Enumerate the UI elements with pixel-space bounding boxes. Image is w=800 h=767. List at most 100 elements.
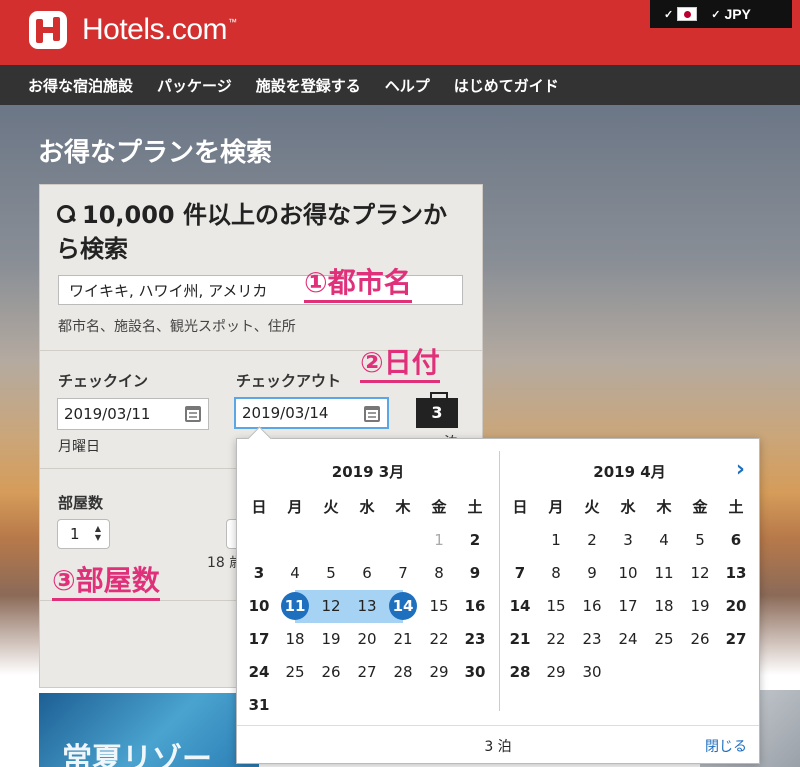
calendar-day[interactable]: 9 [457, 557, 493, 590]
calendar-day[interactable]: 21 [502, 623, 538, 656]
japan-flag-icon [677, 7, 698, 21]
language-selector[interactable]: ✓ [650, 0, 698, 28]
calendar-day[interactable]: 25 [277, 656, 313, 689]
calendar-day[interactable]: 19 [682, 590, 718, 623]
calendar-day[interactable]: 20 [349, 623, 385, 656]
currency-selector[interactable]: ✓ JPY [697, 0, 751, 28]
locale-bar: ✓ ✓ JPY [650, 0, 792, 28]
logo-text: Hotels.com [82, 13, 228, 46]
calendar-day[interactable]: 8 [421, 557, 457, 590]
main-nav: お得な宿泊施設 パッケージ 施設を登録する ヘルプ はじめてガイド [0, 65, 800, 105]
calendar-day[interactable]: 3 [241, 557, 277, 590]
calendar-day[interactable]: 1 [538, 524, 574, 557]
calendar-day[interactable]: 27 [718, 623, 754, 656]
calendar-day[interactable]: 22 [421, 623, 457, 656]
calendar-day[interactable]: 2 [457, 524, 493, 557]
nav-packages[interactable]: パッケージ [157, 75, 232, 96]
date-picker: 2019 3月 2019 4月 › 日月火水木金土 1 2 3 4 5 6 7 8 9 10 11 12… [236, 438, 760, 764]
stepper-arrows-icon: ▲ ▼ [94, 524, 101, 542]
calendar-day[interactable]: 17 [610, 590, 646, 623]
calendar-day[interactable]: 22 [538, 623, 574, 656]
calendar-day[interactable]: 19 [313, 623, 349, 656]
weekday-header: 土 [467, 498, 483, 516]
calendar-day[interactable]: 18 [646, 590, 682, 623]
calendar-day[interactable]: 20 [718, 590, 754, 623]
calendar-day[interactable]: 31 [241, 689, 277, 722]
hotels-logo[interactable]: Hotels.com™ [28, 10, 237, 50]
calendar-day[interactable]: 14 [502, 590, 538, 623]
empty-cell [502, 524, 538, 557]
rooms-select[interactable]: 1 ▲ ▼ [57, 519, 110, 549]
checkin-value: 2019/03/11 [64, 405, 151, 423]
calendar-day[interactable]: 27 [349, 656, 385, 689]
calendar-day[interactable]: 21 [385, 623, 421, 656]
calendar-day[interactable]: 10 [610, 557, 646, 590]
search-icon [56, 204, 76, 224]
calendar-day[interactable]: 12 [682, 557, 718, 590]
calendar-day[interactable]: 30 [574, 656, 610, 689]
calendar-day[interactable]: 7 [502, 557, 538, 590]
calendar-day[interactable]: 5 [313, 557, 349, 590]
close-button[interactable]: 閉じる [705, 736, 747, 756]
calendar-day[interactable]: 30 [457, 656, 493, 689]
calendar-day[interactable]: 25 [646, 623, 682, 656]
nav-deals[interactable]: お得な宿泊施設 [28, 75, 133, 96]
weekday-header: 火 [323, 498, 339, 516]
calendar-day[interactable]: 13 [349, 590, 385, 623]
calendar-day[interactable]: 28 [385, 656, 421, 689]
checkin-label: チェックイン [58, 372, 149, 390]
empty-cell [241, 524, 277, 557]
search-heading: 10,000 件以上のお得なプランから検索 [56, 198, 468, 266]
checkout-input[interactable]: 2019/03/14 [234, 397, 389, 429]
calendar-day[interactable]: 5 [682, 524, 718, 557]
calendar-day[interactable]: 3 [610, 524, 646, 557]
calendar-day[interactable]: 18 [277, 623, 313, 656]
nav-list-property[interactable]: 施設を登録する [256, 75, 361, 96]
month-title-april: 2019 4月 [593, 463, 666, 481]
calendar-day[interactable]: 2 [574, 524, 610, 557]
chevron-right-icon[interactable]: › [736, 457, 745, 482]
calendar-day[interactable]: 4 [277, 557, 313, 590]
calendar-day[interactable]: 29 [421, 656, 457, 689]
calendar-day[interactable]: 15 [538, 590, 574, 623]
calendar-day[interactable]: 11 [646, 557, 682, 590]
calendar-day: 1 [434, 531, 444, 549]
weekday-header: 水 [359, 498, 375, 516]
calendar-day[interactable]: 4 [646, 524, 682, 557]
calendar-day[interactable]: 28 [502, 656, 538, 689]
calendar-day[interactable]: 6 [349, 557, 385, 590]
calendar-day[interactable]: 26 [682, 623, 718, 656]
calendar-day[interactable]: 9 [574, 557, 610, 590]
calendar-day[interactable]: 8 [538, 557, 574, 590]
calendar-day[interactable]: 10 [241, 590, 277, 623]
calendar-day[interactable]: 23 [574, 623, 610, 656]
calendar-day[interactable]: 16 [574, 590, 610, 623]
annotation-date: ②日付 [360, 346, 440, 383]
nav-help[interactable]: ヘルプ [385, 75, 430, 96]
weekday-header: 月 [287, 498, 303, 516]
calendar-day[interactable]: 26 [313, 656, 349, 689]
calendar-day[interactable]: 29 [538, 656, 574, 689]
calendar-day[interactable]: 15 [421, 590, 457, 623]
annotation-rooms: ③部屋数 [52, 564, 160, 601]
calendar-day[interactable]: 11 [277, 590, 313, 623]
calendar-day[interactable]: 13 [718, 557, 754, 590]
calendar-day[interactable]: 12 [313, 590, 349, 623]
calendar-day[interactable]: 17 [241, 623, 277, 656]
nav-guide[interactable]: はじめてガイド [454, 75, 559, 96]
calendar-day[interactable]: 14 [385, 590, 421, 623]
calendar-day[interactable]: 7 [385, 557, 421, 590]
search-heading-text: 10,000 件以上のお得なプランから検索 [56, 201, 447, 263]
calendar-day[interactable]: 6 [718, 524, 754, 557]
month-grid-april: 日月火水木金土 1 2 3 4 5 6 7 8 9 10 11 12 13 14 15 16 17 18 19 20 21… [502, 491, 754, 689]
weekday-header: 木 [656, 498, 672, 516]
calendar-day[interactable]: 24 [610, 623, 646, 656]
checkout-value: 2019/03/14 [242, 404, 329, 422]
chevron-down-icon: ✓ [711, 8, 721, 21]
calendar-day[interactable]: 16 [457, 590, 493, 623]
calendar-footer: 3 泊 閉じる [237, 725, 759, 763]
calendar-day[interactable]: 24 [241, 656, 277, 689]
calendar-day[interactable]: 23 [457, 623, 493, 656]
checkin-input[interactable]: 2019/03/11 [57, 398, 209, 430]
calendar-icon [185, 406, 201, 422]
